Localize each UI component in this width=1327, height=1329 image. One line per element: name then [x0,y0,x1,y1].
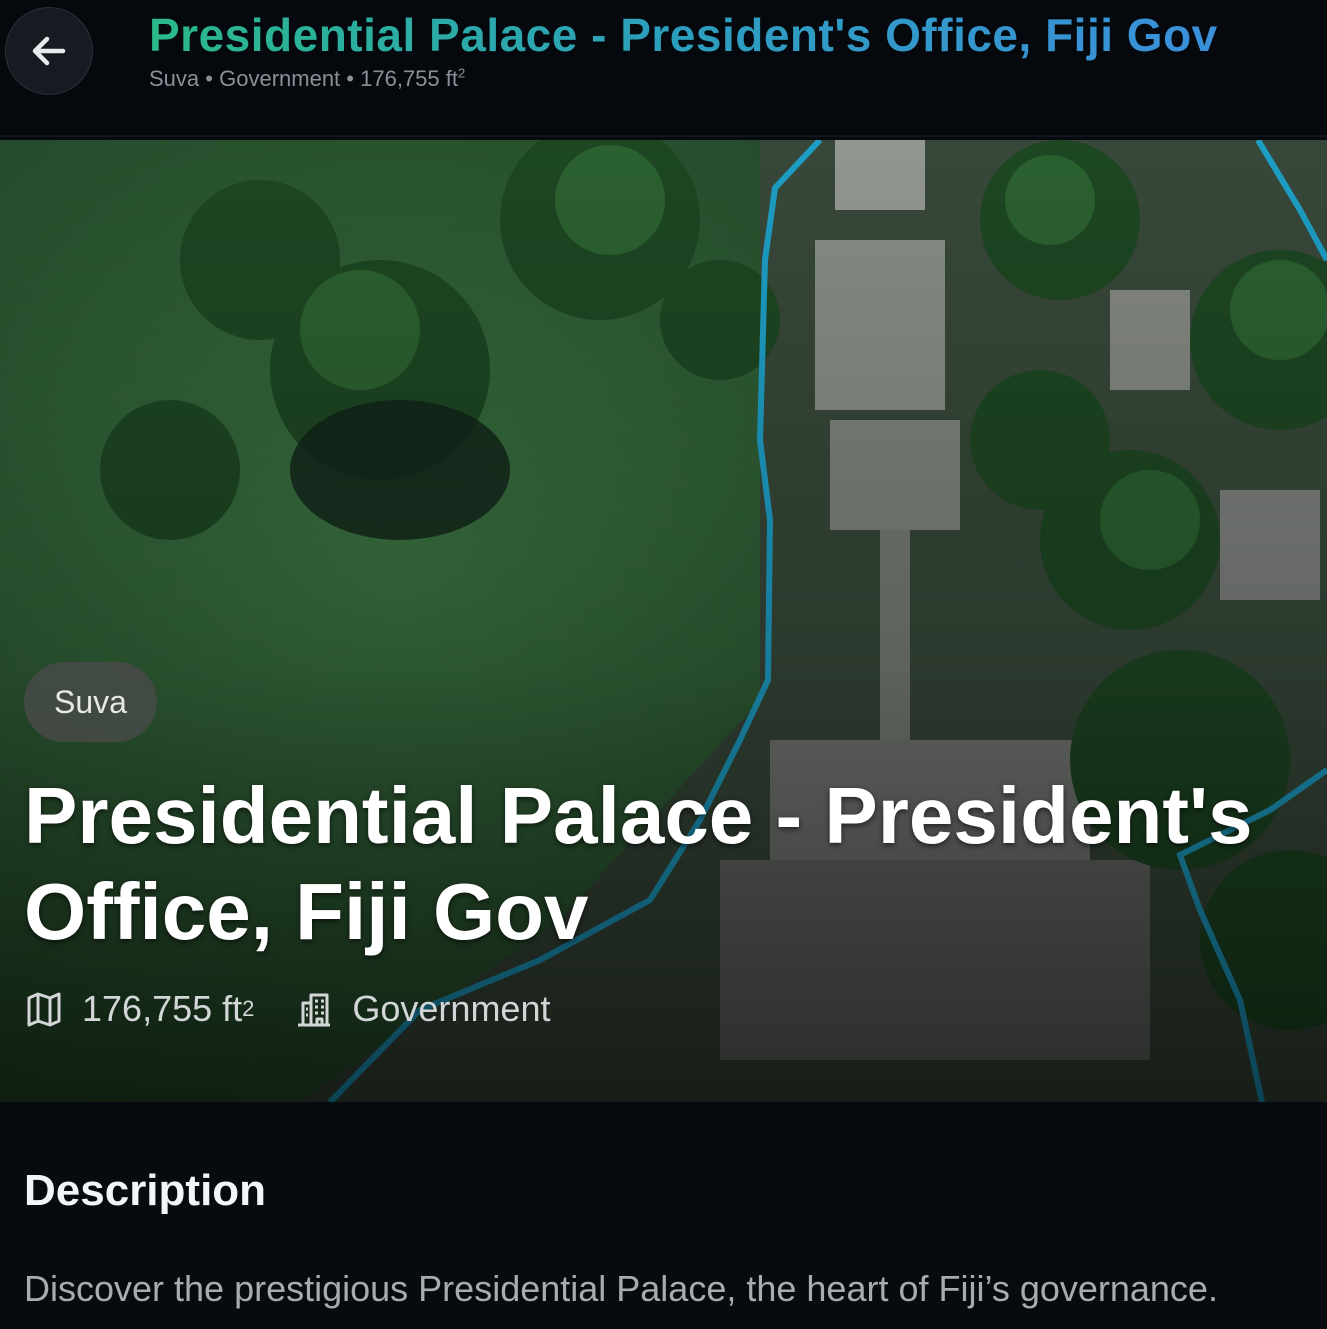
page-subtitle: Suva • Government • 176,755 ft2 [149,66,465,92]
building-title: Presidential Palace - President's Office… [24,771,1253,956]
page-title: Presidential Palace - President's Office… [149,8,1319,62]
back-button[interactable] [5,7,93,95]
description-heading: Description [24,1166,267,1215]
subtitle-category: Government [219,66,341,91]
building-icon [294,989,334,1029]
top-bar: Presidential Palace - President's Office… [0,0,1327,137]
area-value: 176,755 ft [82,988,243,1029]
arrow-left-icon [32,36,66,66]
category-label: Government [352,988,551,1029]
city-chip[interactable]: Suva [24,662,157,742]
category-info: Government [294,988,550,1030]
map-icon [24,989,64,1029]
description-text: Discover the prestigious Presidential Pa… [24,1268,1218,1309]
area-info: 176,755 ft 2 [24,988,254,1030]
hero-image: Suva Presidential Palace - President's O… [0,140,1327,1102]
building-meta: 176,755 ft 2 Government [24,988,590,1030]
subtitle-area: 176,755 ft [360,66,458,91]
subtitle-separator: • [205,66,213,91]
subtitle-area-unit: 2 [458,65,466,81]
subtitle-separator: • [346,66,354,91]
subtitle-city: Suva [149,66,200,91]
